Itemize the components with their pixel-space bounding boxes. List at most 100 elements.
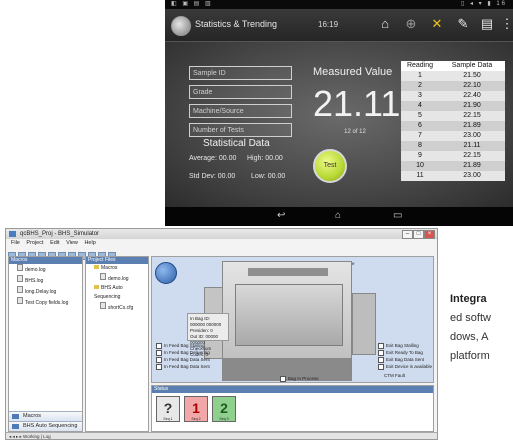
table-row: 2 22.10 [401,81,505,91]
print-icon[interactable]: ▤ [479,16,495,32]
nav-item-bhs-auto-sequencing[interactable]: BHS Auto Sequencing [9,421,82,431]
toolbar [8,247,188,260]
menu-view[interactable]: View [66,240,78,246]
std-dev-value: Std Dev: 00.00 [189,173,236,180]
sample-cell: 21.89 [463,162,481,169]
help-icon: ? [163,400,173,416]
sample-id-field[interactable]: Sample ID [189,66,292,80]
exit-checkbox[interactable]: Exit Bag Data Sent [378,357,424,363]
menu-project[interactable]: Project [26,240,43,246]
status-panel-title: Status [152,386,433,393]
minimize-button[interactable]: – [402,230,413,239]
status-light-icon [155,262,177,284]
sequence-card[interactable]: 2 Seq 3 [212,396,236,422]
close-button[interactable]: × [424,230,435,239]
reading-cell: 10 [416,162,424,169]
table-row: 9 22.15 [401,151,505,161]
macros-icon [12,414,19,419]
table-row: 7 23.00 [401,131,505,141]
sample-cell: 22.15 [463,112,481,119]
test-button[interactable]: Test [313,149,347,183]
menu-icon[interactable]: ⋮ [499,16,513,32]
simulator-window: qcBHS_Proj - BHS_Simulator – □ × File Pr… [5,228,438,440]
reading-cell: 7 [418,132,422,139]
android-status-bar: ◧ ▣ ▤ ▥ ▯ ◂ ▾ ▮ 16 [165,0,513,9]
menu-file[interactable]: File [11,240,20,246]
infeed-checkbox[interactable]: In Feed Bag Stalling [156,343,205,349]
tools-icon[interactable]: ✕ [429,16,445,32]
reading-cell: 3 [418,92,422,99]
simulator-stage: BoardBHS Active CTB Active In Bag ID: 00… [151,256,434,383]
tree-item[interactable]: shortCs.cfg [86,302,148,313]
sample-cell: 21.50 [463,72,481,79]
tree-item[interactable]: Macros [86,264,148,273]
exit-checkbox[interactable]: Exit Bag Stalling [378,343,419,349]
number-of-tests-field[interactable]: Number of Tests [189,123,292,137]
sample-cell: 22.10 [463,82,481,89]
table-row: 10 21.89 [401,161,505,171]
bag-info-box: In Bag ID: 000000 000000 Presiden: 0 Out… [187,313,229,357]
menu-edit[interactable]: Edit [50,240,59,246]
readings-table: Reading Sample Data 1 21.50 2 22.10 3 22.40… [401,61,505,207]
macros-panel: Macros demo.log BHS.log long.Delay.log T… [8,256,83,432]
nav-item-macros[interactable]: Macros [9,411,82,421]
table-body: 1 21.50 2 22.10 3 22.40 4 21.90 5 22.15 6 21.8… [401,71,505,181]
exit-checkbox[interactable]: Exit Ready To Bag [378,350,423,356]
side-line: dows, A [450,331,489,343]
navigation-pane: Macros BHS Auto Sequencing [9,411,82,431]
statistical-data-title: Statistical Data [203,138,270,149]
file-icon [17,264,23,271]
infeed-checkbox[interactable]: In Feed Bag Data Sent [156,364,210,370]
warning-icon: 1 [192,400,200,416]
tree-item[interactable]: Test Copy fields.log [9,297,82,308]
machine-outfeed [352,293,376,355]
tree-item[interactable]: long.Delay.log [9,286,82,297]
tree-item[interactable]: BHS.log [9,275,82,286]
measured-value: 21.11 [313,83,401,124]
sample-cell: 23.00 [463,172,481,179]
infeed-checkbox[interactable]: In Feed Bag Data Sent [156,357,210,363]
menu-help[interactable]: Help [84,240,95,246]
recent-apps-icon[interactable]: ▭ [393,210,402,221]
android-nav-bar: ↩ ⌂ ▭ [165,207,513,226]
window-title: qcBHS_Proj - BHS_Simulator [20,231,100,237]
file-icon [100,302,106,309]
wrench-icon[interactable]: ✎ [455,16,471,32]
tree-item[interactable]: demo.log [86,273,148,284]
test-count: 12 of 12 [344,129,366,135]
sample-data-column-header: Sample Data [451,62,493,69]
reading-column-header: Reading [406,62,434,69]
infeed-checkbox[interactable]: In Feed Bag Delivering [156,350,210,356]
file-icon [17,286,23,293]
grade-field[interactable]: Grade [189,85,292,99]
sequence-card[interactable]: ? Seq 1 [156,396,180,422]
maximize-button[interactable]: □ [413,230,424,239]
app-window-icon [9,231,16,237]
project-files-title: Project Files [86,257,148,264]
window-status-bar: ◂ ◂ ▸ ▸ Working | Log [6,432,437,439]
home-icon[interactable]: ⌂ [377,16,393,32]
app-bar: Statistics & Trending 16:19 ⌂ ⊕ ✕ ✎ ▤ ⋮ [165,9,513,42]
sample-cell: 21.89 [463,122,481,129]
low-value: Low: 00.00 [251,173,286,180]
machine-source-field[interactable]: Machine/Source [189,104,292,118]
target-icon[interactable]: ⊕ [403,16,419,32]
exit-checkbox[interactable]: Exit Device is available [378,364,432,370]
status-icons-left: ◧ ▣ ▤ ▥ [171,1,213,7]
reading-cell: 5 [418,112,422,119]
app-title: Statistics & Trending [195,19,278,29]
bag-in-process-checkbox[interactable]: Bag In Process [280,376,319,382]
tree-item[interactable]: demo.log [9,264,82,275]
app-logo-icon [171,16,191,36]
measurement-panel: Sample ID Grade Machine/Source Number of… [165,42,513,207]
side-heading: Integra [450,293,487,305]
back-icon[interactable]: ↩ [277,210,285,221]
table-row: 4 21.90 [401,101,505,111]
file-icon [17,275,23,282]
table-header: Reading Sample Data [401,61,505,71]
sequence-card[interactable]: 1 Seq 2 [184,396,208,422]
reading-cell: 11 [416,172,424,179]
average-value: Average: 00.00 [189,155,237,162]
tree-item[interactable]: BHS Auto Sequencing [86,284,148,302]
home-nav-icon[interactable]: ⌂ [335,210,341,221]
